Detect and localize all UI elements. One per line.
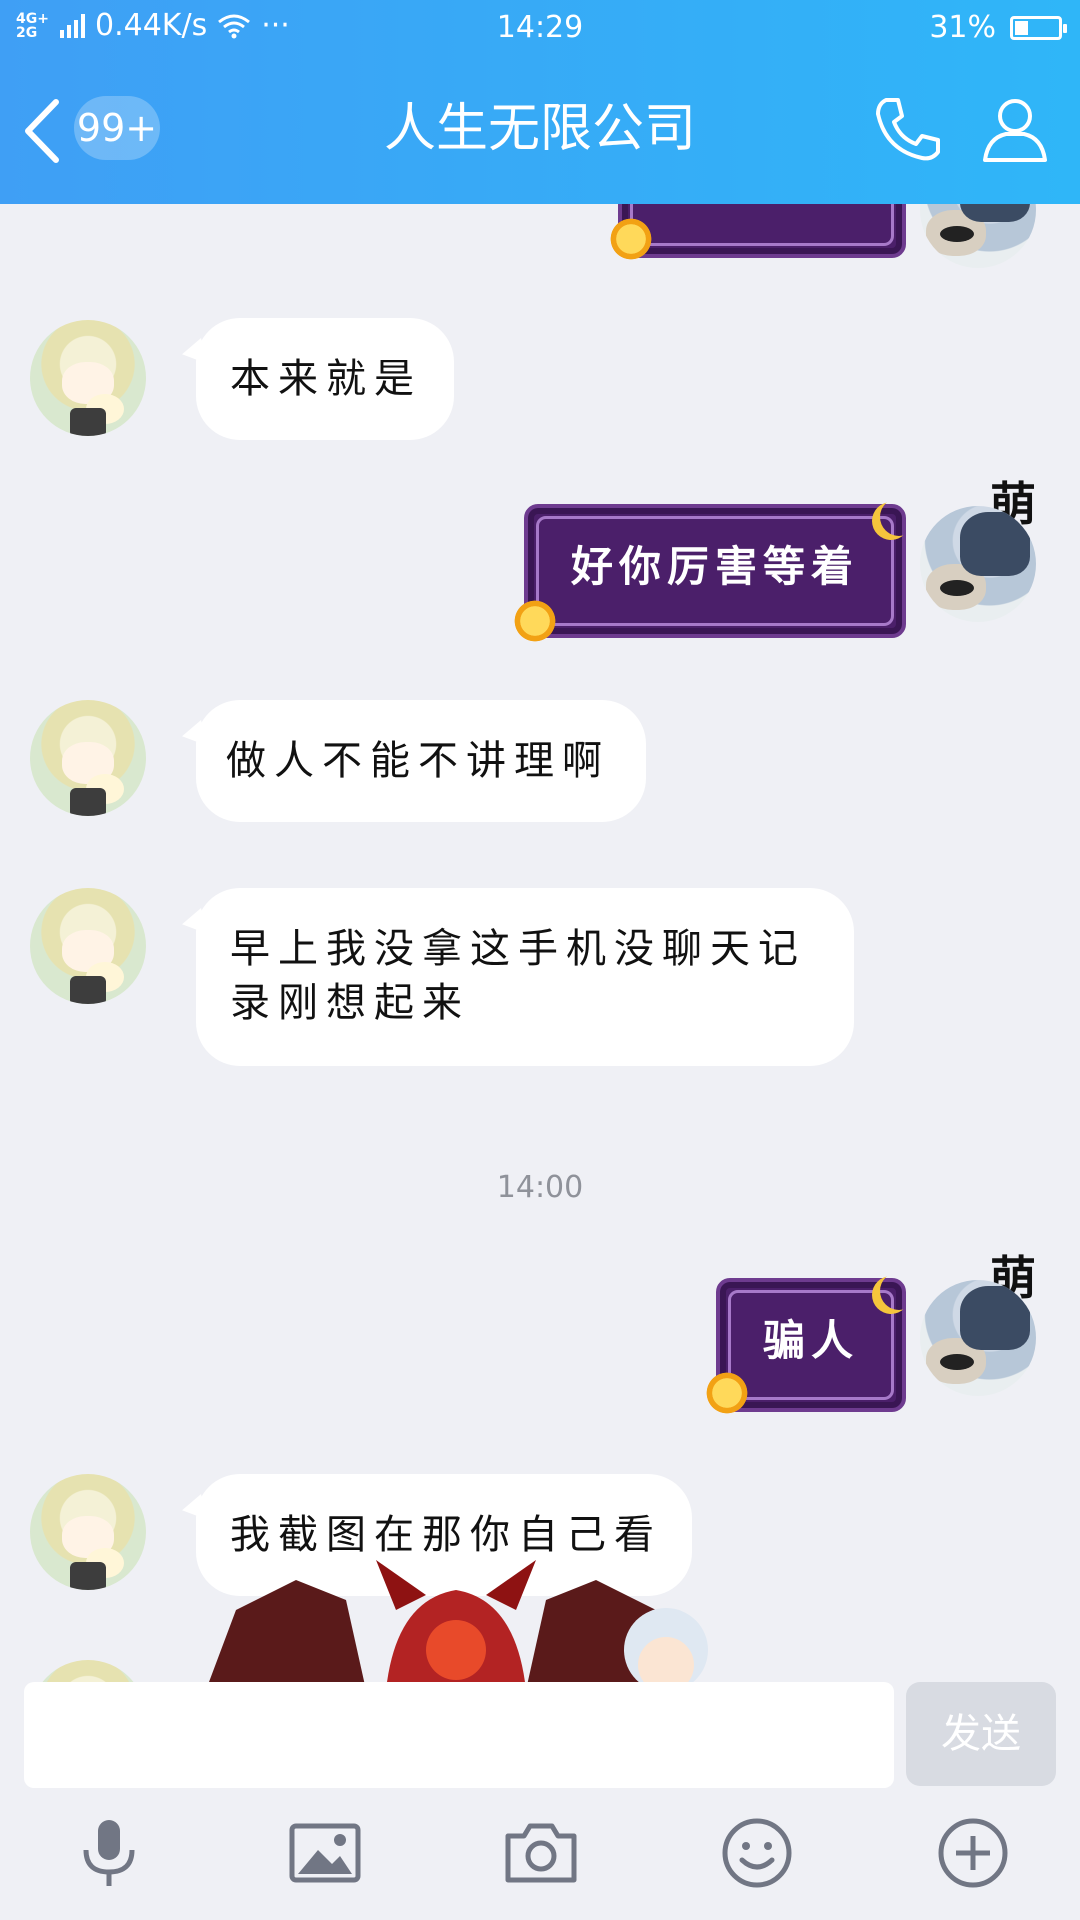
camera-icon[interactable] xyxy=(504,1816,578,1890)
message-bubble[interactable]: 早上我没拿这手机没聊天记录刚想起来 xyxy=(196,888,854,1066)
message-text: 好你厉害等着 xyxy=(570,542,859,591)
status-bar: 4G+ 2G 0.44K/s ··· 14:29 31% xyxy=(0,0,1080,60)
status-right: 31% xyxy=(929,10,1067,45)
profile-icon[interactable] xyxy=(980,94,1050,164)
input-bar: 发送 xyxy=(0,1682,1080,1920)
app-header: 4G+ 2G 0.44K/s ··· 14:29 31% 99+ 人生无限公司 xyxy=(0,0,1080,204)
avatar-contact[interactable] xyxy=(30,700,146,816)
message-timestamp: 14:00 xyxy=(496,1170,584,1205)
avatar-contact[interactable] xyxy=(30,1474,146,1590)
sticker-image[interactable] xyxy=(196,1540,716,1682)
plus-icon[interactable] xyxy=(936,1816,1010,1890)
emoji-icon[interactable] xyxy=(720,1816,794,1890)
microphone-icon[interactable] xyxy=(72,1816,146,1890)
sun-decoration-icon xyxy=(512,598,558,644)
battery-fill xyxy=(1015,20,1028,35)
message-text: 做人不能不讲理啊 xyxy=(226,738,610,784)
phone-icon[interactable] xyxy=(872,94,942,164)
message-text: 早上我没拿这手机没聊天记录刚想起来 xyxy=(230,926,806,1026)
avatar-self[interactable] xyxy=(920,1280,1036,1396)
avatar-contact[interactable] xyxy=(30,888,146,1004)
battery-percent: 31% xyxy=(929,10,996,45)
message-bubble[interactable]: 做人不能不讲理啊 xyxy=(196,700,646,822)
moon-decoration-icon xyxy=(880,1272,918,1310)
message-text: 骗人 xyxy=(762,1316,859,1365)
message-input[interactable] xyxy=(24,1682,894,1788)
avatar-self[interactable] xyxy=(920,204,1036,268)
avatar-self[interactable] xyxy=(920,506,1036,622)
sun-decoration-icon xyxy=(608,216,654,262)
message-list[interactable]: 本来就是 萌 好你厉害等着 做人不能不讲理啊 早上我没拿这手机没聊天记录刚想起来… xyxy=(0,204,1080,1682)
message-bubble[interactable]: 本来就是 xyxy=(196,318,454,440)
avatar-contact[interactable] xyxy=(30,320,146,436)
send-button[interactable]: 发送 xyxy=(906,1682,1056,1786)
avatar-contact[interactable] xyxy=(30,1660,146,1682)
message-text: 本来就是 xyxy=(230,356,422,402)
message-bubble-outgoing[interactable]: 好你厉害等着 xyxy=(524,504,906,638)
clock: 14:29 xyxy=(496,10,584,45)
message-bubble-partial xyxy=(618,204,906,258)
image-icon[interactable] xyxy=(288,1816,362,1890)
moon-decoration-icon xyxy=(880,498,918,536)
battery-icon xyxy=(1010,15,1067,40)
sun-decoration-icon xyxy=(704,1370,750,1416)
